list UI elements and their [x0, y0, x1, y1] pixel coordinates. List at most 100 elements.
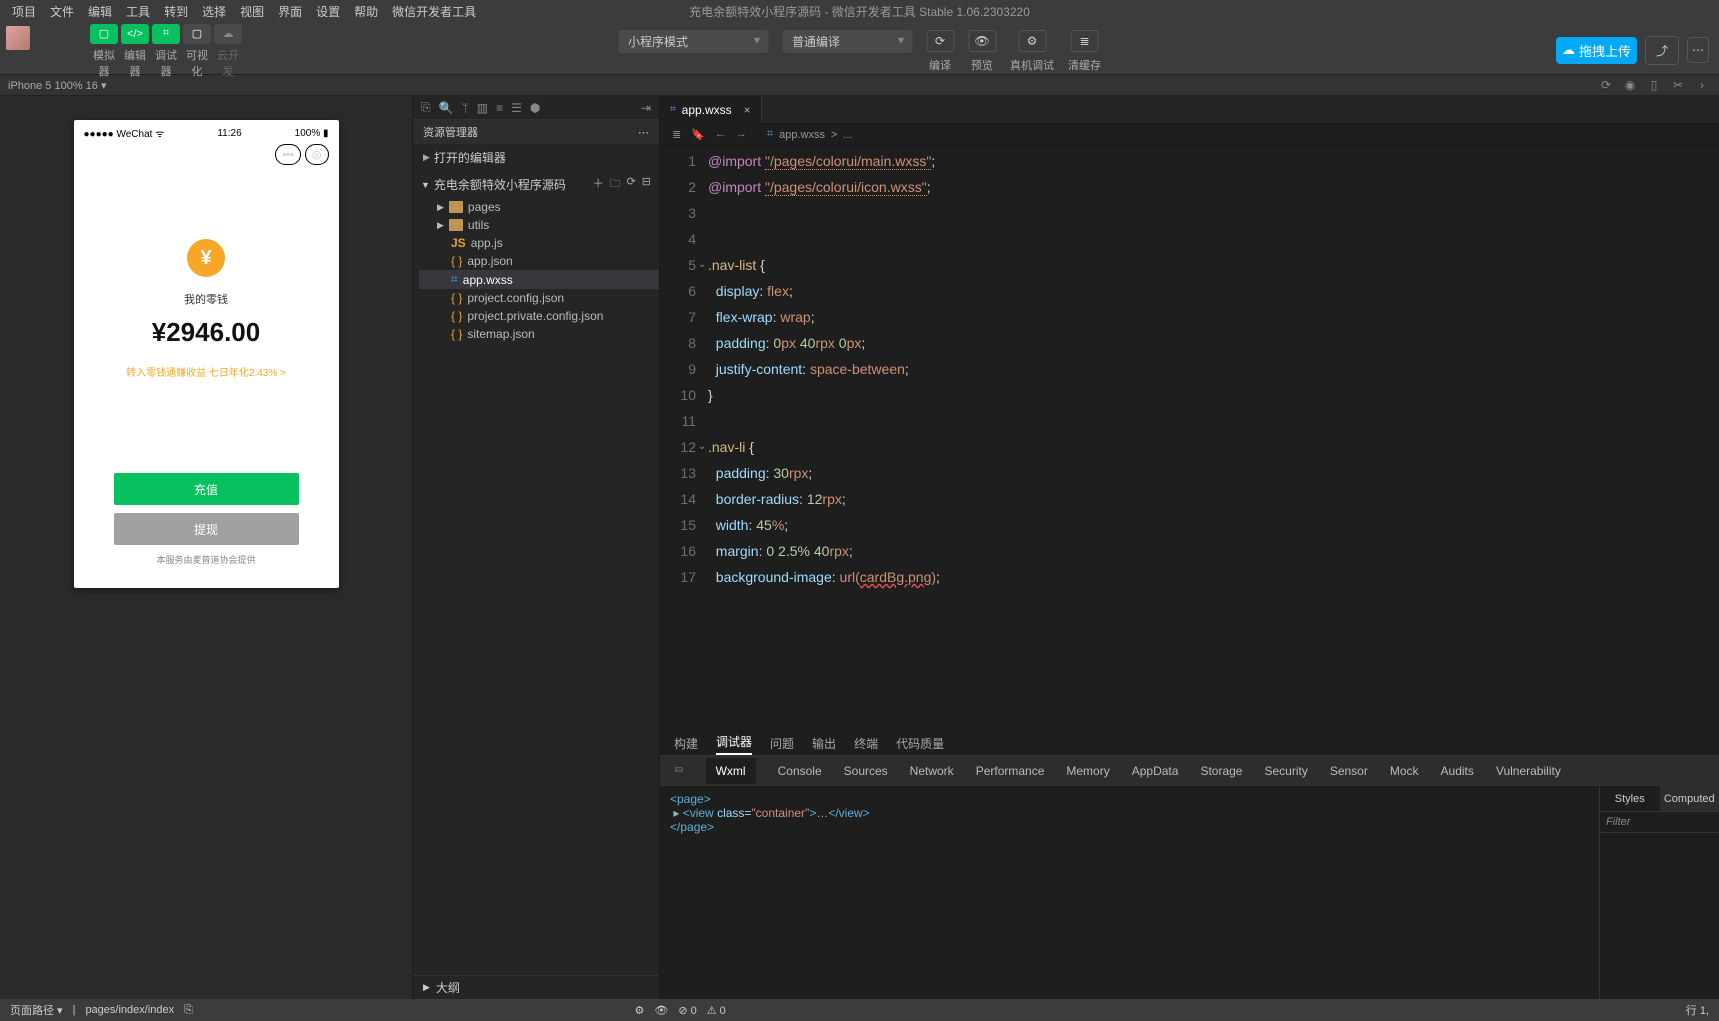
expand-icon[interactable]: ›: [1693, 78, 1711, 92]
visual-toggle[interactable]: ▢: [183, 24, 211, 44]
cut-icon[interactable]: ✂: [1669, 78, 1687, 92]
status-warn-icon[interactable]: ⚠ 0: [707, 1004, 726, 1017]
outline-section[interactable]: ▶大纲: [413, 975, 659, 999]
layout-icon[interactable]: ▥: [477, 101, 488, 115]
devtab-network[interactable]: Network: [910, 764, 954, 778]
tab-build[interactable]: 构建: [674, 735, 698, 752]
devtab-security[interactable]: Security: [1264, 764, 1307, 778]
style-filter[interactable]: Filter: [1600, 812, 1719, 833]
new-file-icon[interactable]: ＋: [593, 175, 604, 194]
collapse-tree-icon[interactable]: ⊟: [642, 175, 651, 194]
record-icon[interactable]: ◉: [1621, 78, 1639, 92]
explorer-panel: ⎘ 🔍 ᛘ ▥ ≡ ☰ ⬢ ⇥ 资源管理器⋯ ▶打开的编辑器 ▼充电余额特效小程…: [412, 96, 660, 999]
carrier-text: ●●●●● WeChat: [84, 129, 153, 140]
promo-link[interactable]: 转入零钱通赚收益 七日年化2.43% >: [126, 364, 286, 379]
code-editor[interactable]: 1234 5678 9101112 13141516 17 @import "/…: [660, 146, 1719, 731]
more-icon[interactable]: ⋯: [1687, 37, 1709, 63]
cloud-upload-button[interactable]: ☁拖拽上传: [1556, 37, 1637, 64]
devtab-mock[interactable]: Mock: [1390, 764, 1419, 778]
refresh-icon[interactable]: ⟳: [1597, 78, 1615, 92]
file-app-json[interactable]: { }app.json: [419, 252, 659, 270]
compile-select[interactable]: 普通编译: [782, 30, 912, 53]
crumb-more[interactable]: ...: [843, 129, 852, 141]
folder-utils[interactable]: ▶utils: [419, 216, 659, 234]
simulator-toggle[interactable]: ▢: [90, 24, 118, 44]
tab-output[interactable]: 输出: [812, 735, 836, 752]
file-project-private[interactable]: { }project.private.config.json: [419, 307, 659, 325]
devtab-appdata[interactable]: AppData: [1132, 764, 1179, 778]
compile-button[interactable]: ⟳: [926, 30, 954, 52]
mode-select[interactable]: 小程序模式: [618, 30, 768, 53]
devtab-wxml[interactable]: Wxml: [706, 758, 756, 784]
device-selector[interactable]: iPhone 5 100% 16 ▾: [8, 79, 106, 92]
devtab-sensor[interactable]: Sensor: [1330, 764, 1368, 778]
recharge-button[interactable]: 充值: [114, 473, 299, 505]
bug-icon[interactable]: ⬢: [530, 101, 540, 115]
element-picker-icon[interactable]: ⮹: [674, 763, 684, 778]
menu-help[interactable]: 帮助: [348, 1, 384, 22]
file-app-js[interactable]: JSapp.js: [419, 234, 659, 252]
folder-pages[interactable]: ▶pages: [419, 198, 659, 216]
collapse-icon[interactable]: ⇥: [641, 101, 651, 115]
editor-tab-appwxss[interactable]: ⌗app.wxss×: [660, 96, 762, 123]
devtab-memory[interactable]: Memory: [1066, 764, 1109, 778]
back-icon[interactable]: ←: [715, 128, 726, 141]
debugger-toggle[interactable]: ⌗: [152, 24, 180, 44]
file-project-config[interactable]: { }project.config.json: [419, 289, 659, 307]
menu-ui[interactable]: 界面: [272, 1, 308, 22]
file-app-wxss[interactable]: ⌗app.wxss: [419, 270, 659, 289]
computed-tab[interactable]: Computed: [1660, 786, 1719, 812]
status-error-icon[interactable]: ⊘ 0: [678, 1004, 696, 1017]
devtab-audits[interactable]: Audits: [1441, 764, 1474, 778]
avatar[interactable]: [6, 26, 30, 50]
cloud-toggle[interactable]: ☁: [214, 24, 242, 44]
device-icon[interactable]: ▯: [1645, 78, 1663, 92]
devtab-vulnerability[interactable]: Vulnerability: [1496, 764, 1561, 778]
preview-button[interactable]: 👁: [968, 30, 996, 52]
explorer-more-icon[interactable]: ⋯: [638, 126, 649, 139]
tab-terminal[interactable]: 终端: [854, 735, 878, 752]
styles-tab[interactable]: Styles: [1600, 786, 1660, 812]
clear-cache-button[interactable]: ≣: [1071, 30, 1099, 52]
menu-bar: 项目 文件 编辑 工具 转到 选择 视图 界面 设置 帮助 微信开发者工具 充电…: [0, 0, 1719, 22]
nav-list-icon[interactable]: ≣: [672, 128, 681, 141]
fold-icon[interactable]: ⌄: [698, 434, 706, 460]
file-sitemap[interactable]: { }sitemap.json: [419, 325, 659, 343]
upload-icon[interactable]: ⤴: [1645, 36, 1679, 65]
project-root[interactable]: ▼充电余额特效小程序源码 ＋ 🗀 ⟳ ⊟: [413, 171, 659, 198]
branch-icon[interactable]: ᛘ: [462, 101, 469, 115]
status-settings-icon[interactable]: ⚙: [634, 1004, 644, 1017]
devtab-sources[interactable]: Sources: [844, 764, 888, 778]
tab-debugger[interactable]: 调试器: [716, 733, 752, 755]
menu-wx[interactable]: 微信开发者工具: [386, 1, 482, 22]
forward-icon[interactable]: →: [736, 128, 747, 141]
devtab-storage[interactable]: Storage: [1200, 764, 1242, 778]
capsule-close[interactable]: ◎: [305, 144, 329, 165]
search-icon[interactable]: 🔍: [439, 101, 454, 115]
refresh-tree-icon[interactable]: ⟳: [627, 175, 636, 194]
menu-settings[interactable]: 设置: [310, 1, 346, 22]
withdraw-button[interactable]: 提现: [114, 513, 299, 545]
page-path[interactable]: pages/index/index: [85, 1004, 174, 1016]
copy-path-icon[interactable]: ⎘: [184, 1004, 193, 1017]
capsule-menu[interactable]: •••: [275, 144, 301, 165]
devtab-performance[interactable]: Performance: [976, 764, 1045, 778]
tab-quality[interactable]: 代码质量: [896, 735, 944, 752]
editor-toggle[interactable]: </>: [121, 24, 149, 44]
files-icon[interactable]: ⎘: [421, 100, 431, 115]
page-path-label[interactable]: 页面路径 ▾: [10, 1002, 63, 1018]
new-folder-icon[interactable]: 🗀: [610, 175, 621, 194]
open-editors-section[interactable]: ▶打开的编辑器: [413, 144, 659, 171]
label-editor: 编辑器: [121, 47, 149, 79]
close-tab-icon[interactable]: ×: [744, 103, 751, 117]
fold-icon[interactable]: ⌄: [698, 252, 706, 278]
crumb-file[interactable]: app.wxss: [779, 129, 825, 141]
status-eye-icon[interactable]: 👁: [654, 1004, 668, 1017]
dom-tree[interactable]: <page> ▸ <view class="container">…</view…: [660, 786, 1599, 999]
tab-problems[interactable]: 问题: [770, 735, 794, 752]
devtab-console[interactable]: Console: [778, 764, 822, 778]
bookmark-icon[interactable]: 🔖: [691, 128, 705, 141]
db-icon[interactable]: ≡: [496, 101, 503, 115]
remote-debug-button[interactable]: ⚙: [1018, 30, 1046, 52]
ext-icon[interactable]: ☰: [511, 101, 522, 115]
